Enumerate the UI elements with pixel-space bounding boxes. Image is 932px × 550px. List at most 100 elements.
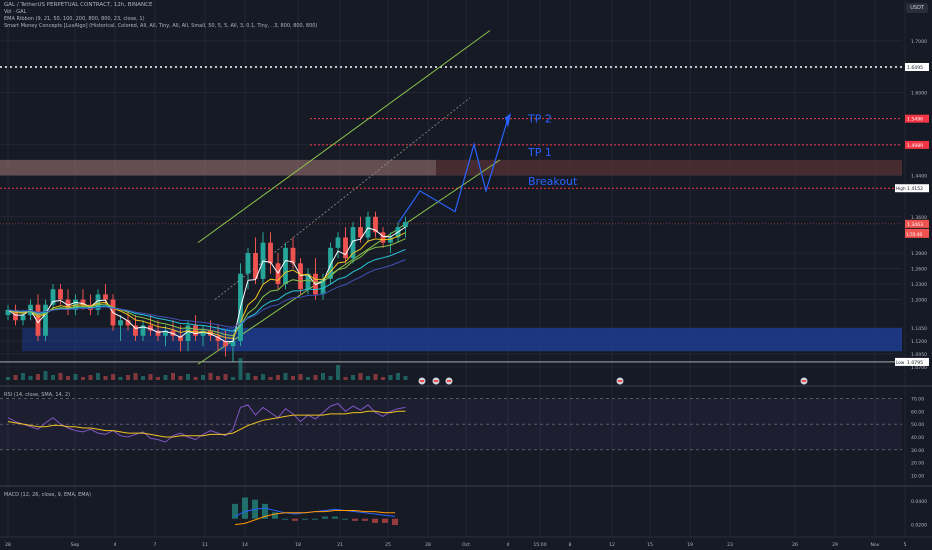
volume-bar — [351, 375, 355, 380]
volume-bar — [186, 374, 190, 380]
volume-bar — [156, 377, 160, 380]
time-tick-label: 25 — [385, 542, 391, 548]
volume-bar — [13, 375, 18, 380]
time-tick-label: 12 — [609, 542, 615, 548]
price-tick-label: 1.0950 — [911, 352, 927, 358]
volume-bar — [126, 375, 130, 380]
volume-bar — [268, 377, 273, 380]
candle-body — [290, 247, 296, 264]
currency-button[interactable]: USDT — [906, 3, 928, 13]
candle-body — [103, 294, 108, 300]
time-tick-label: 15:00 — [533, 542, 546, 548]
macd-histogram-bar — [292, 518, 298, 521]
volume-bar — [81, 377, 85, 380]
candle-body — [380, 232, 386, 243]
volume-bar — [66, 376, 70, 380]
volume-bar — [28, 376, 33, 380]
volume-bar — [373, 374, 378, 380]
tp2-label: TP 2 — [527, 113, 552, 126]
time-tick-label: 8 — [569, 542, 572, 548]
rsi-tick-label: 10.00 — [911, 474, 924, 480]
volume-bar — [148, 374, 153, 380]
volume-bar — [193, 377, 198, 380]
time-tick-label: 7 — [154, 542, 157, 548]
price-tick-label: 1.1200 — [911, 339, 927, 345]
price-tick-label: 1.2600 — [911, 267, 927, 273]
price-tick-label: 1.4400 — [911, 173, 927, 179]
volume-bar — [261, 374, 265, 380]
price-level-tag: Low — [896, 360, 905, 365]
volume-bar — [6, 377, 10, 380]
volume-bar — [216, 376, 220, 380]
ema-ribbon-label[interactable]: EMA Ribbon (9, 21, 50, 100, 200, 800, 80… — [4, 16, 145, 23]
macd-histogram-bar — [382, 518, 388, 523]
volume-bar — [43, 371, 48, 380]
candle-body — [268, 242, 273, 264]
trading-chart[interactable]: TP 2TP 1Breakout1.70001.60001.50001.4400… — [0, 0, 932, 550]
rsi-label[interactable]: RSI (14, close, SMA, 14, 2) — [4, 392, 70, 398]
price-level-badge-text: 1.6495 — [907, 65, 923, 71]
breakout-label: Breakout — [528, 175, 578, 188]
macd-histogram-bar — [242, 497, 248, 519]
volume-bar — [381, 377, 385, 380]
volume-bar — [321, 373, 325, 380]
volume-bar — [208, 373, 213, 380]
candle-body — [365, 216, 371, 238]
volume-bar — [88, 375, 93, 380]
volume-bar — [313, 375, 318, 380]
volume-indicator-label[interactable]: Vol · GAL — [4, 9, 26, 16]
time-tick-label: 28 — [425, 542, 431, 548]
volume-bar — [336, 365, 340, 380]
time-tick-label: 4 — [114, 542, 117, 548]
event-marker-flag — [433, 380, 439, 382]
volume-bar — [253, 376, 258, 380]
time-tick-label: 21 — [337, 542, 343, 548]
volume-bar — [73, 374, 78, 380]
volume-bar — [343, 377, 348, 380]
volume-bar — [171, 373, 175, 380]
candle-body — [335, 237, 341, 248]
volume-bar — [246, 373, 250, 380]
price-tick-label: 1.2900 — [911, 251, 927, 257]
candle-body — [298, 263, 303, 290]
supply-zone-extension — [436, 159, 902, 176]
price-tick-label: 1.2000 — [911, 298, 927, 304]
price-tick-label: 1.1450 — [911, 326, 927, 332]
volume-bar — [328, 376, 333, 380]
macd-tick-label: 0.0400 — [911, 499, 927, 505]
volume-bar — [238, 358, 243, 380]
event-marker-flag — [446, 380, 452, 382]
demand-zone-extension — [220, 328, 902, 352]
time-tick-label: 23 — [727, 542, 733, 548]
volume-bar — [51, 375, 55, 380]
volume-bar — [163, 375, 168, 380]
current-price-countdown: 1:55:40 — [906, 232, 922, 237]
time-tick-label: Nov — [871, 542, 880, 548]
macd-histogram-bar — [352, 518, 358, 521]
volume-bar — [223, 374, 228, 380]
volume-bar — [178, 376, 183, 380]
volume-bar — [58, 373, 63, 380]
macd-label[interactable]: MACD (12, 26, close, 9, EMA, EMA) — [4, 492, 91, 498]
macd-histogram-bar — [332, 516, 338, 519]
volume-bar — [118, 377, 123, 380]
volume-bar — [298, 374, 303, 380]
time-tick-label: 4 — [507, 542, 510, 548]
time-tick-label: 14 — [242, 542, 248, 548]
time-tick-label: 11 — [202, 542, 208, 548]
symbol-title: GAL / TetherUS PERPETUAL CONTRACT, 12h, … — [4, 2, 153, 8]
volume-bar — [21, 373, 25, 380]
time-tick-label: 5 — [904, 542, 907, 548]
time-tick-label: 15 — [647, 542, 653, 548]
event-marker-flag — [801, 380, 807, 382]
time-tick-label: 26 — [792, 542, 798, 548]
supply-zone — [0, 159, 436, 176]
candle-body — [58, 289, 63, 300]
tp1-label: TP 1 — [527, 146, 552, 159]
candle-body — [193, 325, 198, 336]
smc-indicator-label[interactable]: Smart Money Concepts [LuxAlgo] (Historic… — [4, 23, 317, 30]
macd-histogram-bar — [312, 518, 318, 520]
candle-body — [245, 253, 251, 274]
volume-bar — [111, 374, 115, 380]
volume-bar — [96, 373, 100, 380]
